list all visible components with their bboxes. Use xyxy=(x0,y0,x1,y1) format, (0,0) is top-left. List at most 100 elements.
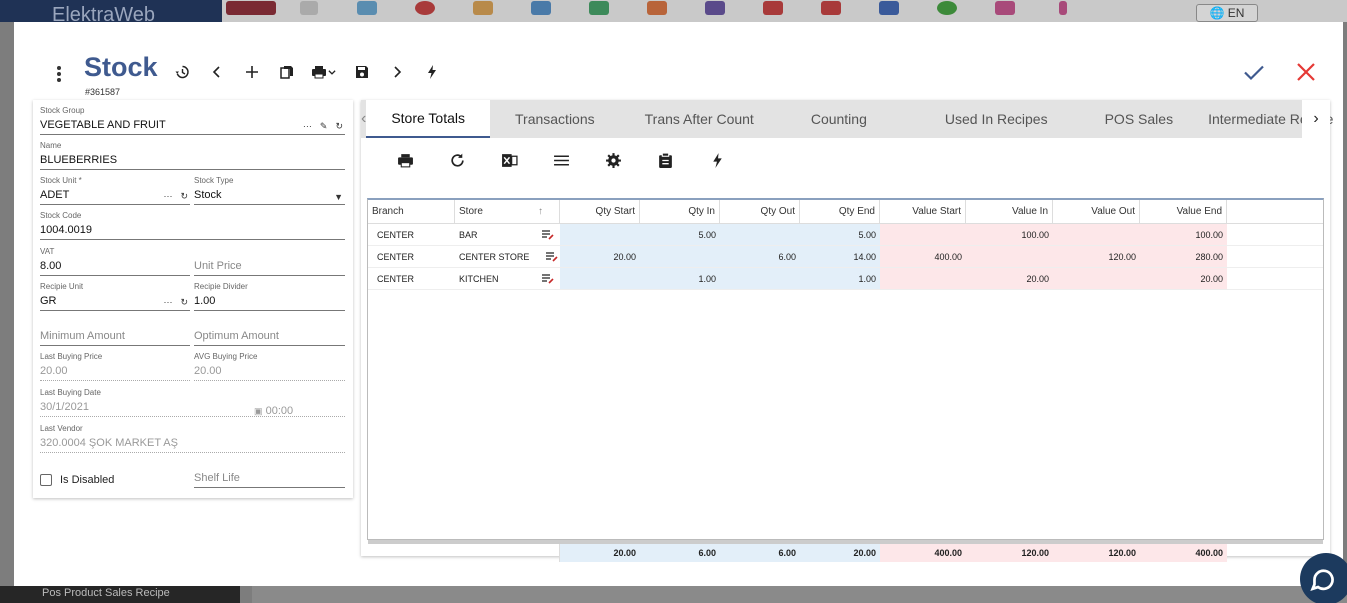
dollar-icon[interactable] xyxy=(918,0,976,22)
back-icon[interactable] xyxy=(280,0,338,22)
chat-widget-button[interactable] xyxy=(1300,553,1347,603)
table-row[interactable]: CENTER BAR 5.00 5.00 100.00 100.00 xyxy=(368,224,1323,246)
bed-icon[interactable] xyxy=(860,0,918,22)
lookup-icon[interactable]: ··· xyxy=(303,121,312,132)
cell-value-end: 280.00 xyxy=(1140,246,1227,267)
is-disabled-checkbox[interactable]: Is Disabled xyxy=(40,474,114,486)
minimum-amount-field[interactable]: Minimum Amount xyxy=(40,317,190,346)
col-qty-out[interactable]: Qty Out xyxy=(720,200,800,224)
add-icon[interactable] xyxy=(234,62,269,82)
tab-scroll-right-icon[interactable]: › xyxy=(1302,100,1330,138)
sort-asc-icon[interactable]: ↑ xyxy=(538,200,543,224)
flash-icon[interactable] xyxy=(414,62,449,82)
users-icon[interactable] xyxy=(512,0,570,22)
col-value-in[interactable]: Value In xyxy=(966,200,1053,224)
header-toolbar xyxy=(164,62,449,82)
edit-icon[interactable]: ✎ xyxy=(320,121,328,132)
background-toolbar xyxy=(222,0,1092,22)
recipe-unit-field[interactable]: Recipie Unit GR ··· ↻ xyxy=(40,282,190,311)
numbers-icon[interactable] xyxy=(570,0,628,22)
store-name: BAR xyxy=(459,229,478,240)
excel-icon[interactable] xyxy=(483,150,535,170)
settings-icon[interactable] xyxy=(587,150,639,170)
menu-icon[interactable] xyxy=(222,0,280,22)
refresh-icon[interactable]: ↻ xyxy=(335,121,343,132)
edit-list-icon[interactable] xyxy=(545,251,558,262)
close-button[interactable] xyxy=(1294,60,1318,84)
stock-code-field[interactable]: Stock Code 1004.0019 xyxy=(40,211,345,240)
print-menu-icon[interactable] xyxy=(304,62,344,82)
col-value-end[interactable]: Value End xyxy=(1140,200,1227,224)
shelf-life-field[interactable]: Shelf Life xyxy=(194,459,345,488)
cell-store: BAR xyxy=(455,224,560,245)
arrival-icon[interactable] xyxy=(802,0,860,22)
last-buying-price-label: Last Buying Price xyxy=(40,352,103,361)
col-branch[interactable]: Branch xyxy=(368,200,455,224)
bar-chart-icon[interactable] xyxy=(454,0,512,22)
grid-icon[interactable] xyxy=(628,0,686,22)
flash-icon[interactable] xyxy=(691,150,743,170)
table-row[interactable]: CENTER KITCHEN 1.00 1.00 20.00 20.00 xyxy=(368,268,1323,290)
pie-chart-icon[interactable] xyxy=(396,0,454,22)
more-icon[interactable] xyxy=(1034,0,1092,22)
tab-transactions[interactable]: Transactions xyxy=(490,100,620,138)
cell-value-start: 400.00 xyxy=(880,246,966,267)
edit-list-icon[interactable] xyxy=(541,273,554,284)
stock-code-value: 1004.0019 xyxy=(40,224,92,236)
stock-unit-field[interactable]: Stock Unit * ADET ··· ↻ xyxy=(40,176,190,205)
unit-price-field[interactable]: Unit Price xyxy=(194,247,345,276)
history-icon[interactable] xyxy=(164,62,199,82)
refresh-icon[interactable]: ↻ xyxy=(180,297,188,308)
sidebar-item-pos-product-sales-recipe[interactable]: Pos Product Sales Recipe xyxy=(0,586,240,603)
cell-value-start xyxy=(880,268,966,289)
name-label: Name xyxy=(40,141,62,150)
name-field[interactable]: Name BLUEBERRIES xyxy=(40,141,345,170)
avg-buying-price-value: 20.00 xyxy=(194,365,222,377)
lookup-icon[interactable]: ··· xyxy=(163,297,172,308)
stock-type-select[interactable]: Stock Type Stock ▼ xyxy=(194,176,345,205)
cell-value-in xyxy=(966,246,1053,267)
lookup-icon[interactable]: ··· xyxy=(163,191,172,202)
copy-icon[interactable] xyxy=(269,62,304,82)
table-row[interactable]: CENTER CENTER STORE 20.00 6.00 14.00 400… xyxy=(368,246,1323,268)
col-value-out[interactable]: Value Out xyxy=(1053,200,1140,224)
columns-menu-icon[interactable] xyxy=(535,150,587,170)
col-store[interactable]: Store ↑ xyxy=(455,200,560,224)
tab-pos-sales[interactable]: POS Sales xyxy=(1082,100,1196,138)
language-label: EN xyxy=(1227,6,1245,20)
departure-icon[interactable] xyxy=(744,0,802,22)
previous-icon[interactable] xyxy=(199,62,234,82)
tab-used-in-recipes[interactable]: Used In Recipes xyxy=(899,100,1082,138)
vat-field[interactable]: VAT 8.00 xyxy=(40,247,190,276)
next-icon[interactable] xyxy=(379,62,414,82)
confirm-button[interactable] xyxy=(1242,60,1266,84)
total-value-in: 120.00 xyxy=(966,544,1053,562)
checkbox-box[interactable] xyxy=(40,474,52,486)
last-vendor-field: Last Vendor 320.0004 ŞOK MARKET AŞ xyxy=(40,424,345,453)
print-icon[interactable] xyxy=(379,150,431,170)
refresh-icon[interactable]: ↻ xyxy=(180,191,188,202)
recipe-divider-field[interactable]: Recipie Divider 1.00 xyxy=(194,282,345,311)
col-value-start[interactable]: Value Start xyxy=(880,200,966,224)
tab-counting[interactable]: Counting xyxy=(779,100,899,138)
edit-list-icon[interactable] xyxy=(541,229,554,240)
wifi-icon[interactable] xyxy=(338,0,396,22)
col-qty-start[interactable]: Qty Start xyxy=(560,200,640,224)
col-qty-end[interactable]: Qty End xyxy=(800,200,880,224)
calendar-icon[interactable] xyxy=(686,0,744,22)
refresh-icon[interactable] xyxy=(431,150,483,170)
dropdown-arrow-icon[interactable]: ▼ xyxy=(334,192,343,202)
unit-price-placeholder: Unit Price xyxy=(194,260,242,272)
touch-icon[interactable] xyxy=(976,0,1034,22)
page-title: Stock xyxy=(84,52,158,82)
language-selector[interactable]: 🌐 EN xyxy=(1196,4,1258,22)
col-qty-in[interactable]: Qty In xyxy=(640,200,720,224)
more-menu-icon[interactable] xyxy=(54,66,64,82)
tab-trans-after-count[interactable]: Trans After Count xyxy=(620,100,779,138)
save-icon[interactable] xyxy=(344,62,379,82)
cell-branch: CENTER xyxy=(377,273,415,284)
clipboard-icon[interactable] xyxy=(639,150,691,170)
optimum-amount-field[interactable]: Optimum Amount xyxy=(194,317,345,346)
stock-group-field[interactable]: Stock Group VEGETABLE AND FRUIT ··· ✎ ↻ xyxy=(40,106,345,135)
tab-store-totals[interactable]: Store Totals xyxy=(366,100,490,138)
